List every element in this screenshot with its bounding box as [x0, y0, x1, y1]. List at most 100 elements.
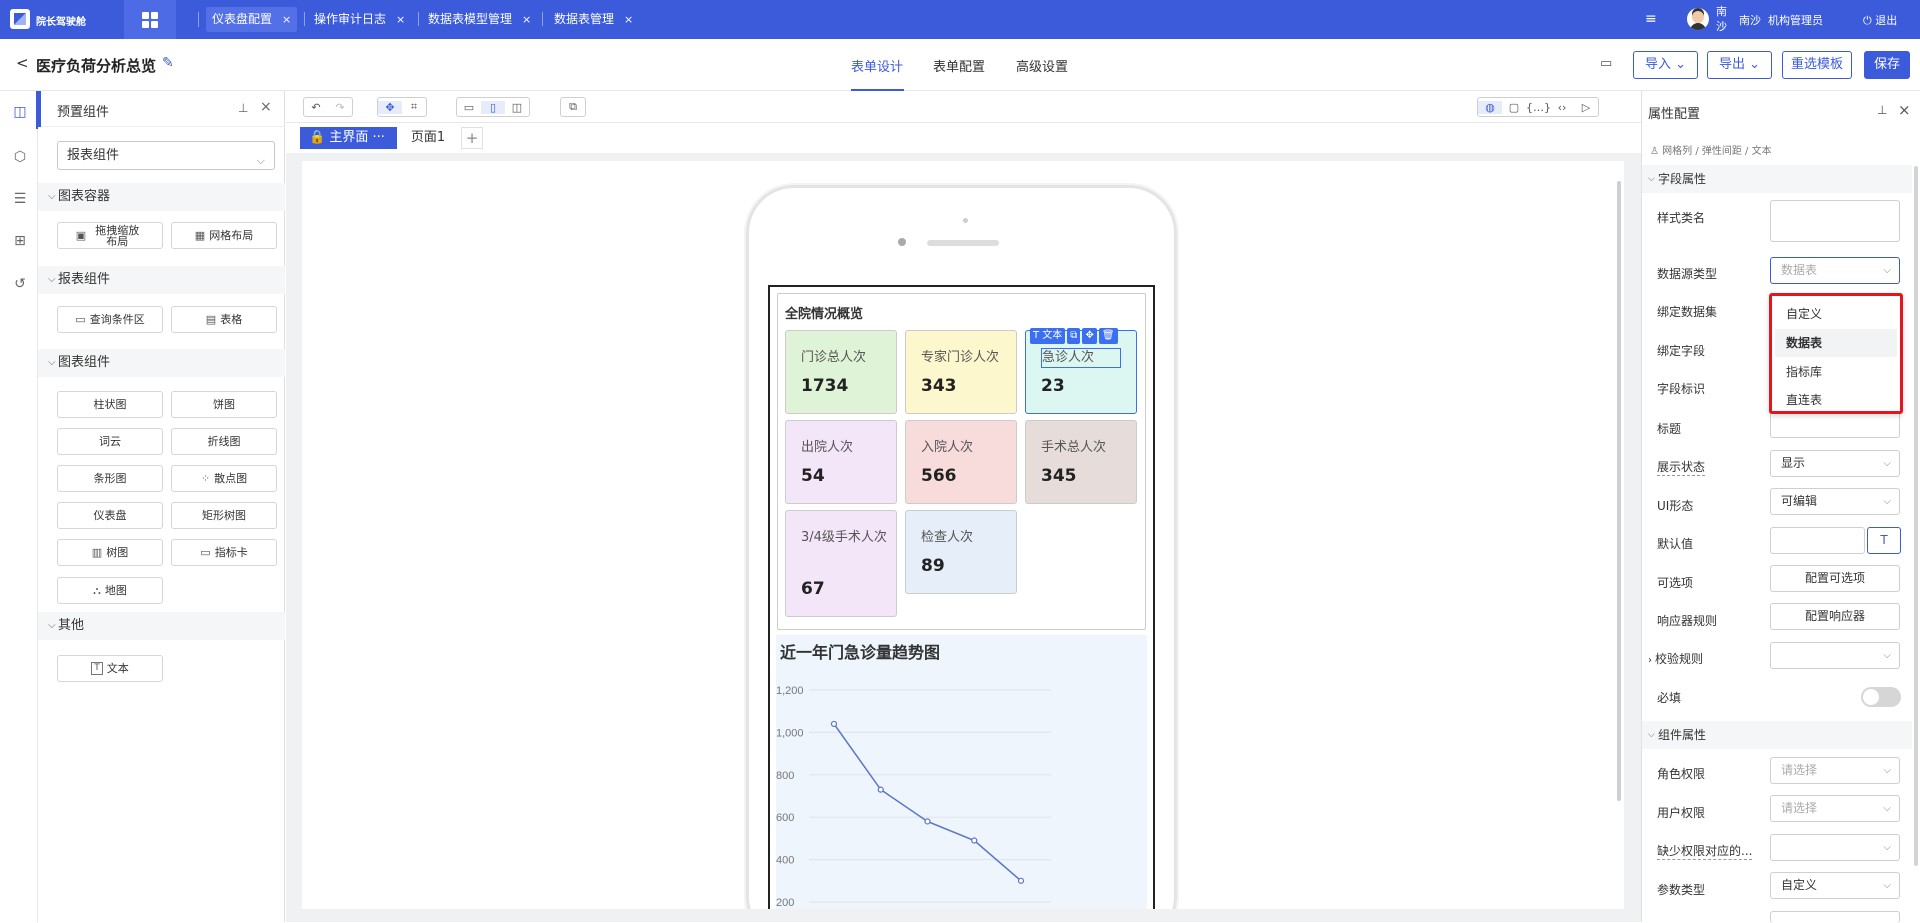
validation-select[interactable]: ⌵: [1770, 642, 1900, 669]
menu-icon[interactable]: ≡: [1645, 11, 1657, 27]
display-state-select[interactable]: 显示 ⌵: [1770, 450, 1900, 477]
avatar[interactable]: [1687, 8, 1709, 30]
export-button[interactable]: 导出 ⌄: [1707, 51, 1772, 79]
close-icon[interactable]: ×: [522, 13, 531, 26]
desktop-icon[interactable]: ▭: [457, 101, 481, 114]
datasource-type-select[interactable]: 数据表 ⌵: [1770, 257, 1900, 284]
role-permission-select[interactable]: 请选择 ⌵: [1770, 757, 1900, 784]
component-map[interactable]: ⛬ 地图: [57, 577, 163, 604]
component-horizontal-bar[interactable]: 条形图: [57, 465, 163, 492]
tab-form-design[interactable]: 表单设计: [851, 56, 903, 75]
component-kpi-card[interactable]: ▭ 指标卡: [171, 539, 277, 566]
component-table[interactable]: ▤ 表格: [171, 306, 277, 333]
missing-permission-select[interactable]: ⌵: [1770, 834, 1900, 861]
frame-icon[interactable]: ⌗: [402, 100, 426, 114]
option-custom[interactable]: 自定义: [1775, 300, 1897, 328]
data-point[interactable]: [1017, 877, 1025, 884]
tablet-icon[interactable]: ◫: [505, 101, 529, 114]
overview-section[interactable]: 全院情况概览 门诊总人次 1734 专家门诊人次 343 急诊人次 23 出院人次 54 入院人…: [777, 293, 1146, 630]
kpi-card[interactable]: 出院人次 54: [785, 420, 897, 504]
message-icon[interactable]: ▭: [1600, 56, 1612, 71]
close-icon[interactable]: ×: [282, 13, 291, 26]
option-metric-lib[interactable]: 指标库: [1775, 358, 1897, 386]
outline-icon[interactable]: ☰: [11, 190, 29, 208]
close-icon[interactable]: ×: [260, 99, 272, 115]
kpi-card[interactable]: 检查人次 89: [905, 510, 1017, 594]
component-word-cloud[interactable]: 词云: [57, 428, 163, 455]
import-button[interactable]: 导入 ⌄: [1633, 51, 1698, 79]
history-icon[interactable]: ↺: [11, 275, 29, 293]
kpi-card[interactable]: 手术总人次 345: [1025, 420, 1137, 504]
page-tab-1[interactable]: 页面1: [405, 127, 451, 149]
component-pie-chart[interactable]: 饼图: [171, 391, 277, 418]
configure-options-button[interactable]: 配置可选项: [1770, 565, 1900, 592]
pin-icon[interactable]: ⊥: [1877, 103, 1887, 117]
group-chart-container[interactable]: ⌵ 图表容器: [38, 183, 285, 211]
json-icon[interactable]: {…}: [1526, 101, 1551, 114]
redo-icon[interactable]: ↷: [328, 101, 352, 114]
close-icon[interactable]: ×: [396, 13, 405, 26]
tab-form-config[interactable]: 表单配置: [933, 56, 985, 75]
option-data-table[interactable]: 数据表: [1775, 329, 1897, 357]
data-point[interactable]: [877, 786, 884, 793]
components-icon[interactable]: ◫: [11, 103, 29, 121]
option-direct-table[interactable]: 直连表: [1775, 386, 1897, 414]
add-page-button[interactable]: +: [461, 127, 483, 149]
group-field-props[interactable]: ⌵ 字段属性: [1642, 165, 1912, 193]
move-icon[interactable]: ✥: [1082, 328, 1097, 344]
group-chart-components[interactable]: ⌵ 图表组件: [38, 349, 285, 377]
panel-scrollbar[interactable]: [1914, 166, 1918, 866]
param-type-select[interactable]: 自定义 ⌵: [1770, 872, 1900, 899]
group-component-props[interactable]: ⌵ 组件属性: [1642, 721, 1912, 749]
ui-form-select[interactable]: 可编辑 ⌵: [1770, 488, 1900, 515]
edit-icon[interactable]: ✎: [162, 55, 174, 71]
data-point[interactable]: [971, 837, 978, 844]
component-type-select[interactable]: 报表组件 ⌵: [57, 141, 275, 170]
title-input[interactable]: [1770, 411, 1900, 438]
data-point[interactable]: [830, 720, 838, 728]
component-text[interactable]: T 文本: [57, 655, 163, 682]
configure-responder-button[interactable]: 配置响应器: [1770, 603, 1900, 630]
border-icon[interactable]: ▢: [1502, 101, 1526, 114]
tab-dashboard-config[interactable]: 仪表盘配置 ×: [206, 7, 298, 32]
close-icon[interactable]: ×: [624, 13, 633, 26]
kpi-card[interactable]: 专家门诊人次 343: [905, 330, 1017, 414]
next-field-partial[interactable]: [1770, 911, 1900, 923]
validation-label[interactable]: › 校验规则: [1648, 650, 1703, 667]
undo-icon[interactable]: ↶: [304, 101, 328, 114]
tab-table-model[interactable]: 数据表模型管理 ×: [422, 7, 537, 32]
style-class-textarea[interactable]: [1770, 200, 1900, 242]
logout-button[interactable]: ⏻ 退出: [1863, 12, 1897, 28]
component-grid-layout[interactable]: ▦ 网格布局: [171, 222, 277, 249]
copy-icon[interactable]: ⧉: [561, 100, 585, 114]
reselect-template-button[interactable]: 重选模板: [1782, 51, 1852, 79]
required-toggle[interactable]: [1861, 687, 1901, 707]
component-query-area[interactable]: ▭ 查询条件区: [57, 306, 163, 333]
grid-icon[interactable]: ⊞: [11, 232, 29, 250]
group-other[interactable]: ⌵ 其他: [38, 612, 285, 640]
cube-icon[interactable]: ⬡: [11, 148, 29, 166]
save-button[interactable]: 保存: [1864, 51, 1910, 79]
preview-icon[interactable]: ▷: [1574, 101, 1598, 114]
back-icon[interactable]: <: [16, 54, 29, 72]
page-tab-main[interactable]: 🔒 主界面 ···: [300, 127, 397, 149]
data-point[interactable]: [924, 818, 931, 825]
component-gauge[interactable]: 仪表盘: [57, 502, 163, 529]
default-value-input[interactable]: [1770, 527, 1865, 554]
component-line-chart[interactable]: 折线图: [171, 428, 277, 455]
theme-icon[interactable]: ◍: [1478, 100, 1502, 114]
kpi-card[interactable]: 3/4级手术人次 67: [785, 510, 897, 617]
canvas-scrollbar[interactable]: [1617, 181, 1621, 801]
component-tree[interactable]: ▥ 树图: [57, 539, 163, 566]
tab-table-manage[interactable]: 数据表管理 ×: [548, 7, 639, 32]
copy-icon[interactable]: ⧉: [1067, 328, 1081, 344]
phone-icon[interactable]: ▯: [481, 100, 505, 114]
component-treemap[interactable]: 矩形树图: [171, 502, 277, 529]
text-type-button[interactable]: T: [1867, 527, 1901, 554]
component-scatter[interactable]: ⁘ 散点图: [171, 465, 277, 492]
delete-icon[interactable]: 🗑: [1098, 328, 1118, 344]
kpi-card[interactable]: 入院人次 566: [905, 420, 1017, 504]
component-bar-chart[interactable]: 柱状图: [57, 391, 163, 418]
pin-icon[interactable]: ⊥: [238, 101, 248, 115]
trend-chart-section[interactable]: 1,200 1,000 800 600 400 200 近一年门急诊量趋势图: [776, 635, 1147, 909]
